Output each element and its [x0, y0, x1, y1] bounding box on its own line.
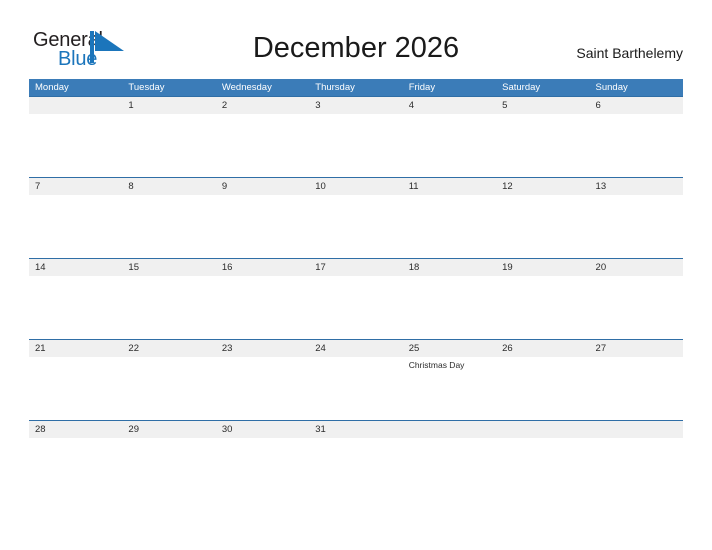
day-number[interactable]: 3	[309, 97, 402, 114]
day-number[interactable]: 30	[216, 421, 309, 438]
day-cell[interactable]	[216, 357, 309, 421]
day-cell[interactable]	[122, 438, 215, 502]
day-cell[interactable]	[590, 114, 683, 178]
calendar-week-row: 14 15 16 17 18 19 20	[29, 258, 683, 340]
week-event-body: Christmas Day	[29, 357, 683, 421]
day-number[interactable]: 12	[496, 178, 589, 195]
day-cell[interactable]	[590, 195, 683, 259]
day-cell[interactable]	[496, 114, 589, 178]
day-cell[interactable]	[216, 114, 309, 178]
day-cell[interactable]	[496, 438, 589, 502]
day-cell[interactable]	[122, 276, 215, 340]
week-daynumber-band: 14 15 16 17 18 19 20	[29, 259, 683, 276]
weekday-header-monday: Monday	[35, 82, 69, 93]
weekday-header-tuesday: Tuesday	[128, 82, 165, 93]
day-number[interactable]: 17	[309, 259, 402, 276]
day-number[interactable]: 1	[122, 97, 215, 114]
day-cell[interactable]	[403, 195, 496, 259]
day-number[interactable]: 8	[122, 178, 215, 195]
calendar-page: General Blue December 2026 Saint Barthel…	[0, 0, 712, 550]
day-cell[interactable]	[29, 357, 122, 421]
day-cell[interactable]	[29, 276, 122, 340]
day-cell[interactable]	[29, 195, 122, 259]
day-number[interactable]: 11	[403, 178, 496, 195]
day-cell[interactable]	[590, 438, 683, 502]
day-cell[interactable]	[590, 276, 683, 340]
week-daynumber-band: 28 29 30 31	[29, 421, 683, 438]
day-number[interactable]: 13	[590, 178, 683, 195]
day-cell[interactable]	[216, 276, 309, 340]
day-cell[interactable]	[216, 438, 309, 502]
day-number[interactable]: 6	[590, 97, 683, 114]
calendar-week-row: 21 22 23 24 25 26 27 Christmas Day	[29, 339, 683, 421]
calendar-grid: Monday Tuesday Wednesday Thursday Friday…	[29, 79, 683, 502]
weekday-header-row: Monday Tuesday Wednesday Thursday Friday…	[29, 79, 683, 96]
day-cell[interactable]	[309, 357, 402, 421]
day-number[interactable]: 20	[590, 259, 683, 276]
day-number[interactable]: 10	[309, 178, 402, 195]
weekday-header-sunday: Sunday	[595, 82, 628, 93]
christmas-day-event: Christmas Day	[408, 360, 465, 370]
weekday-header-saturday: Saturday	[502, 82, 541, 93]
day-number[interactable]: 9	[216, 178, 309, 195]
week-daynumber-band: 1 2 3 4 5 6	[29, 97, 683, 114]
day-number[interactable]: 19	[496, 259, 589, 276]
calendar-week-row: 7 8 9 10 11 12 13	[29, 177, 683, 259]
day-cell[interactable]	[496, 357, 589, 421]
day-cell[interactable]	[403, 114, 496, 178]
day-cell[interactable]	[590, 357, 683, 421]
day-cell[interactable]	[496, 195, 589, 259]
day-cell[interactable]	[309, 195, 402, 259]
page-header: General Blue December 2026 Saint Barthel…	[0, 0, 712, 78]
day-number[interactable]: 18	[403, 259, 496, 276]
week-event-body	[29, 276, 683, 340]
day-number[interactable]: 24	[309, 340, 402, 357]
day-cell[interactable]	[122, 357, 215, 421]
day-number[interactable]: 22	[122, 340, 215, 357]
day-cell[interactable]	[309, 276, 402, 340]
day-cell[interactable]	[403, 276, 496, 340]
day-number[interactable]	[496, 421, 589, 438]
day-cell[interactable]	[216, 195, 309, 259]
day-cell[interactable]	[309, 438, 402, 502]
day-number[interactable]: 16	[216, 259, 309, 276]
day-number[interactable]: 7	[29, 178, 122, 195]
week-daynumber-band: 7 8 9 10 11 12 13	[29, 178, 683, 195]
day-number[interactable]: 27	[590, 340, 683, 357]
day-cell[interactable]	[309, 114, 402, 178]
calendar-week-row: 1 2 3 4 5 6	[29, 96, 683, 178]
week-event-body	[29, 438, 683, 502]
day-cell[interactable]	[29, 438, 122, 502]
day-cell[interactable]	[122, 195, 215, 259]
day-cell[interactable]	[403, 438, 496, 502]
day-number[interactable]: 29	[122, 421, 215, 438]
day-number[interactable]: 31	[309, 421, 402, 438]
day-cell[interactable]: Christmas Day	[403, 357, 496, 421]
day-number[interactable]: 25	[403, 340, 496, 357]
day-cell[interactable]	[496, 276, 589, 340]
week-daynumber-band: 21 22 23 24 25 26 27	[29, 340, 683, 357]
day-cell[interactable]	[122, 114, 215, 178]
day-number[interactable]: 21	[29, 340, 122, 357]
day-number[interactable]: 26	[496, 340, 589, 357]
day-number[interactable]	[403, 421, 496, 438]
day-number[interactable]	[590, 421, 683, 438]
week-event-body	[29, 114, 683, 178]
weekday-header-friday: Friday	[408, 82, 436, 93]
day-number[interactable]: 14	[29, 259, 122, 276]
day-number[interactable]: 28	[29, 421, 122, 438]
week-event-body	[29, 195, 683, 259]
calendar-week-row: 28 29 30 31	[29, 420, 683, 502]
location-label: Saint Barthelemy	[576, 45, 683, 61]
day-number[interactable]: 2	[216, 97, 309, 114]
weekday-header-wednesday: Wednesday	[221, 82, 272, 93]
day-number[interactable]: 5	[496, 97, 589, 114]
day-number[interactable]	[29, 97, 122, 114]
weekday-header-thursday: Thursday	[315, 82, 355, 93]
day-number[interactable]: 23	[216, 340, 309, 357]
day-number[interactable]: 15	[122, 259, 215, 276]
day-cell[interactable]	[29, 114, 122, 178]
day-number[interactable]: 4	[403, 97, 496, 114]
